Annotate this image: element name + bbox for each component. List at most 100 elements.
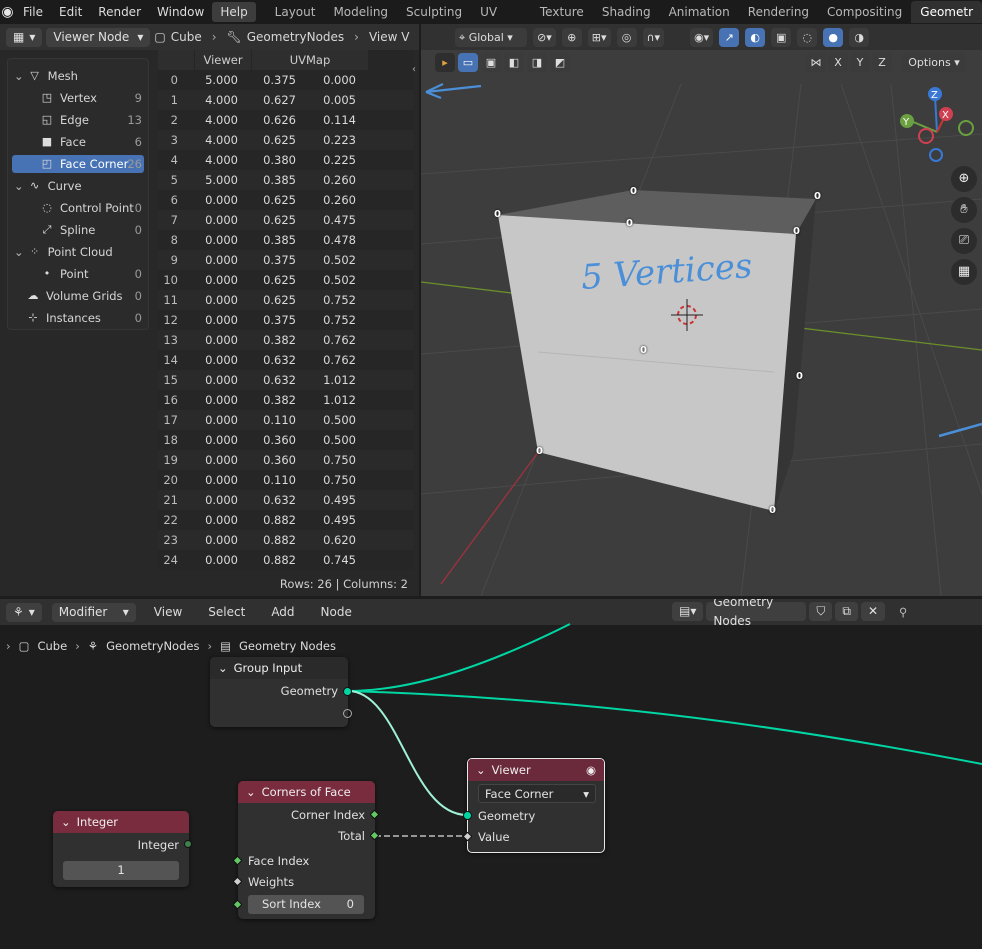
select-intersect-button[interactable]: ◩ [550, 53, 570, 72]
table-row[interactable]: 10 0.000 0.625 0.502 [158, 270, 414, 290]
select-invert-button[interactable]: ◨ [527, 53, 547, 72]
integer-node[interactable]: ⌄ Integer Integer 1 [53, 811, 189, 887]
tree-item[interactable]: ■ Face 6 [12, 133, 144, 151]
3d-viewport[interactable]: Z X Y 5 Vertices 0 0 0 0 0 0 0 0 0 ⌖ Glo… [421, 24, 982, 596]
pivot-point-dropdown[interactable]: ⊘▾ [533, 27, 556, 47]
collapse-chevron-icon[interactable]: ⌄ [476, 759, 486, 781]
tab-modeling[interactable]: Modeling [324, 1, 397, 23]
editor-type-dropdown[interactable]: ▦ ▾ [6, 27, 43, 47]
tree-item[interactable]: ◌ Control Point 0 [12, 199, 144, 217]
tree-item[interactable]: ◰ Face Corner 26 [12, 155, 144, 173]
shading-material-button[interactable]: ◑ [849, 27, 870, 47]
tab-uv-editing[interactable]: UV Editing [471, 1, 531, 41]
shading-wireframe-button[interactable]: ◌ [797, 27, 818, 47]
table-row[interactable]: 19 0.000 0.360 0.750 [158, 450, 414, 470]
collapse-chevron-icon[interactable]: ⌄ [61, 811, 71, 833]
integer-output-socket[interactable] [184, 840, 192, 848]
eye-icon[interactable]: ◉ [586, 759, 596, 781]
tab-texture-paint[interactable]: Texture Paint [531, 1, 593, 41]
tab-geometry-nodes[interactable]: Geometr [911, 1, 982, 23]
corners-of-face-node[interactable]: ⌄ Corners of Face Corner Index Total Face… [238, 781, 375, 919]
display-mode-dropdown[interactable]: Viewer Node ▾ [46, 27, 151, 47]
column-header-viewer[interactable]: Viewer [195, 50, 251, 70]
geometry-output-socket[interactable] [343, 687, 352, 696]
select-subtract-button[interactable]: ◧ [504, 53, 524, 72]
node-header[interactable]: ⌄ Group Input [210, 657, 348, 679]
expand-chevron-icon[interactable]: ⌄ [14, 243, 24, 261]
tree-item[interactable]: ⤢ Spline 0 [12, 221, 144, 239]
table-row[interactable]: 8 0.000 0.385 0.478 [158, 230, 414, 250]
table-row[interactable]: 24 0.000 0.882 0.745 [158, 550, 414, 570]
collapse-chevron-icon[interactable]: ⌄ [246, 781, 256, 803]
tab-layout[interactable]: Layout [266, 1, 325, 23]
group-input-node[interactable]: ⌄ Group Input Geometry [210, 657, 348, 727]
perspective-grid-icon[interactable]: ▦ [951, 259, 977, 285]
tab-compositing[interactable]: Compositing [818, 1, 911, 23]
viewer-geometry-input-socket[interactable] [463, 811, 472, 820]
select-new-button[interactable]: ▭ [458, 53, 478, 72]
tab-animation[interactable]: Animation [660, 1, 739, 23]
gizmo-toggle[interactable]: ↗ [719, 27, 740, 47]
table-row[interactable]: 1 4.000 0.627 0.005 [158, 90, 414, 110]
table-row[interactable]: 18 0.000 0.360 0.500 [158, 430, 414, 450]
transform-orientation-dropdown[interactable]: ⌖ Global ▾ [455, 27, 527, 47]
zoom-icon[interactable]: ⊕ [951, 166, 977, 192]
breadcrumb-node[interactable]: View V [369, 30, 410, 44]
xray-toggle[interactable]: ▣ [771, 27, 792, 47]
table-row[interactable]: 15 0.000 0.632 1.012 [158, 370, 414, 390]
expand-chevron-icon[interactable]: ⌄ [14, 67, 24, 85]
select-tool-icon[interactable]: ▸ [435, 53, 455, 72]
tab-sculpting[interactable]: Sculpting [397, 1, 471, 23]
tree-item[interactable]: ⌄ ⁘ Point Cloud [12, 243, 144, 261]
viewer-node[interactable]: ⌄ Viewer ◉ Face Corner ▾ Geometry Value [467, 758, 605, 853]
table-row[interactable]: 9 0.000 0.375 0.502 [158, 250, 414, 270]
tree-item[interactable]: ⌄ ▽ Mesh [12, 67, 144, 85]
tab-rendering[interactable]: Rendering [739, 1, 818, 23]
node-header[interactable]: ⌄ Viewer ◉ [468, 759, 604, 781]
table-row[interactable]: 5 5.000 0.385 0.260 [158, 170, 414, 190]
table-row[interactable]: 7 0.000 0.625 0.475 [158, 210, 414, 230]
tree-item[interactable]: ◱ Edge 13 [12, 111, 144, 129]
snap-toggle[interactable]: ⊕ [561, 27, 582, 47]
table-row[interactable]: 4 4.000 0.380 0.225 [158, 150, 414, 170]
blender-logo-icon[interactable]: ◉ [0, 4, 15, 20]
tree-item[interactable]: ⌄ ∿ Curve [12, 177, 144, 195]
tab-shading[interactable]: Shading [593, 1, 660, 23]
table-row[interactable]: 12 0.000 0.375 0.752 [158, 310, 414, 330]
table-row[interactable]: 16 0.000 0.382 1.012 [158, 390, 414, 410]
menu-edit[interactable]: Edit [51, 2, 90, 22]
empty-output-socket[interactable] [343, 709, 352, 718]
pan-hand-icon[interactable]: ✋︎ [951, 197, 977, 223]
options-dropdown[interactable]: Options ▾ [902, 53, 966, 72]
table-row[interactable]: 11 0.000 0.625 0.752 [158, 290, 414, 310]
menu-file[interactable]: File [15, 2, 51, 22]
breadcrumb-object[interactable]: Cube [171, 30, 202, 44]
tree-item[interactable]: ⊹ Instances 0 [12, 309, 144, 327]
tree-item[interactable]: • Point 0 [12, 265, 144, 283]
select-extend-button[interactable]: ▣ [481, 53, 501, 72]
camera-icon[interactable]: ⎚ [951, 228, 977, 254]
menu-window[interactable]: Window [149, 2, 212, 22]
table-row[interactable]: 0 5.000 0.375 0.000 [158, 70, 414, 90]
table-row[interactable]: 20 0.000 0.110 0.750 [158, 470, 414, 490]
table-row[interactable]: 13 0.000 0.382 0.762 [158, 330, 414, 350]
tree-item[interactable]: ☁ Volume Grids 0 [12, 287, 144, 305]
visibility-dropdown[interactable]: ◉▾ [690, 27, 714, 47]
menu-render[interactable]: Render [90, 2, 149, 22]
table-row[interactable]: 23 0.000 0.882 0.620 [158, 530, 414, 550]
table-row[interactable]: 3 4.000 0.625 0.223 [158, 130, 414, 150]
table-row[interactable]: 22 0.000 0.882 0.495 [158, 510, 414, 530]
overlay-toggle[interactable]: ◐ [745, 27, 766, 47]
sort-index-field[interactable]: Sort Index 0 [248, 895, 364, 914]
breadcrumb-modifier[interactable]: GeometryNodes [247, 30, 344, 44]
column-header-uvmap[interactable]: UVMap [252, 50, 368, 70]
table-row[interactable]: 14 0.000 0.632 0.762 [158, 350, 414, 370]
node-header[interactable]: ⌄ Integer [53, 811, 189, 833]
collapse-chevron-icon[interactable]: ⌄ [218, 657, 228, 679]
table-row[interactable]: 6 0.000 0.625 0.260 [158, 190, 414, 210]
snap-target-dropdown[interactable]: ⊞▾ [587, 27, 611, 47]
table-row[interactable]: 2 4.000 0.626 0.114 [158, 110, 414, 130]
falloff-dropdown[interactable]: ∩▾ [642, 27, 665, 47]
node-header[interactable]: ⌄ Corners of Face [238, 781, 375, 803]
shading-solid-button[interactable]: ● [823, 27, 844, 47]
